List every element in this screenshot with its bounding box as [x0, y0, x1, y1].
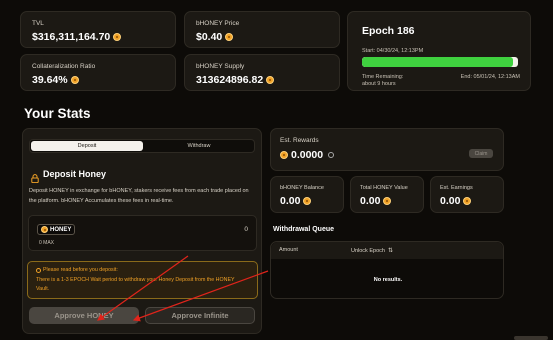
collateral-ratio-value: 39.64% — [32, 74, 79, 86]
epoch-remaining-label: Time Remaining: — [362, 74, 404, 80]
honey-token-icon — [41, 226, 48, 233]
total-honey-value-value: 0.00 — [360, 195, 392, 207]
epoch-title: Epoch 186 — [362, 25, 415, 37]
epoch-progress-bar — [362, 57, 518, 67]
token-input-box[interactable]: HONEY 0 0 MAX — [28, 215, 257, 251]
max-button[interactable]: 0 MAX — [39, 240, 54, 246]
deposit-notice: Please read before you deposit: There is… — [27, 261, 258, 299]
collateral-ratio-card: Collateralization Ratio 39.64% — [20, 54, 176, 91]
rewards-value-row: 0.0000 — [280, 149, 335, 161]
withdrawal-queue-title: Withdrawal Queue — [273, 226, 335, 233]
honey-coin-icon — [113, 33, 122, 41]
bhoney-supply-label: bHONEY Supply — [196, 63, 245, 70]
bhoney-price-value: $0.40 — [196, 31, 234, 43]
honey-coin-icon — [266, 76, 275, 84]
claim-button[interactable]: Claim — [469, 149, 493, 158]
bhoney-balance-value: 0.00 — [280, 195, 312, 207]
honey-coin-icon — [383, 197, 392, 205]
deposit-title: Deposit Honey — [43, 169, 107, 179]
deposit-panel: Deposit Withdraw Deposit Honey Deposit H… — [22, 128, 262, 334]
column-unlock-epoch[interactable]: Unlock Epoch ⇅ — [351, 247, 393, 255]
bhoney-price-card: bHONEY Price $0.40 — [184, 11, 340, 48]
rewards-value: 0.0000 — [291, 149, 324, 161]
epoch-start: Start: 04/30/24, 12:13PM — [362, 48, 424, 54]
info-circle-icon — [36, 267, 41, 273]
notice-title: Please read before you deposit: — [43, 267, 118, 273]
honey-coin-icon — [303, 197, 312, 205]
empty-state: No results. — [373, 277, 403, 283]
deposit-description: Deposit HONEY in exchange for bHONEY, st… — [29, 188, 249, 204]
est-earnings-value: 0.00 — [440, 195, 472, 207]
scroll-indicator[interactable] — [514, 336, 548, 340]
column-amount: Amount — [279, 247, 298, 253]
epoch-remaining-value: about 9 hours — [362, 81, 396, 87]
approve-honey-button[interactable]: Approve HONEY — [29, 307, 139, 324]
token-selector[interactable]: HONEY — [37, 224, 76, 235]
epoch-card: Epoch 186 Start: 04/30/24, 12:13PM Time … — [347, 11, 531, 91]
bhoney-supply-value: 313624896.82 — [196, 74, 275, 86]
token-name: HONEY — [50, 226, 72, 233]
epoch-end: End: 05/01/24, 12:13AM — [460, 74, 520, 80]
token-amount[interactable]: 0 — [244, 226, 248, 233]
tvl-label: TVL — [32, 20, 44, 27]
honey-coin-icon — [463, 197, 472, 205]
tvl-card: TVL $316,311,164.70 — [20, 11, 176, 48]
notice-title-row: Please read before you deposit: — [36, 267, 118, 273]
tab-bar: Deposit Withdraw — [29, 139, 255, 153]
approve-infinite-button[interactable]: Approve Infinite — [145, 307, 255, 324]
notice-body: There is a 1-3 EPOCH Wait period to with… — [36, 277, 235, 292]
withdrawal-queue-table: Amount Unlock Epoch ⇅ No results. — [270, 241, 504, 299]
lock-icon — [31, 170, 39, 184]
rewards-card: Est. Rewards 0.0000 Claim — [270, 128, 504, 171]
honey-coin-icon — [70, 76, 79, 84]
honey-coin-icon — [225, 33, 234, 41]
bhoney-price-label: bHONEY Price — [196, 20, 240, 27]
bhoney-supply-card: bHONEY Supply 313624896.82 — [184, 54, 340, 91]
tab-withdraw[interactable]: Withdraw — [144, 141, 254, 151]
tab-deposit[interactable]: Deposit — [31, 141, 143, 151]
collateral-ratio-label: Collateralization Ratio — [32, 63, 96, 70]
honey-coin-icon — [280, 151, 288, 159]
deposit-title-row: Deposit Honey — [31, 169, 107, 184]
sort-icon[interactable]: ⇅ — [388, 247, 393, 254]
total-honey-value-card: Total HONEY Value 0.00 — [350, 176, 424, 213]
your-stats-heading: Your Stats — [24, 106, 91, 121]
bhoney-balance-label: bHONEY Balance — [280, 185, 324, 191]
rewards-label: Est. Rewards — [280, 137, 319, 144]
table-header: Amount Unlock Epoch ⇅ — [271, 242, 503, 259]
est-earnings-card: Est. Earnings 0.00 — [430, 176, 504, 213]
bhoney-balance-card: bHONEY Balance 0.00 — [270, 176, 344, 213]
tvl-value: $316,311,164.70 — [32, 31, 122, 43]
total-honey-value-label: Total HONEY Value — [360, 185, 408, 191]
est-earnings-label: Est. Earnings — [440, 185, 473, 191]
epoch-progress-fill — [362, 57, 514, 67]
info-icon[interactable] — [328, 152, 335, 158]
